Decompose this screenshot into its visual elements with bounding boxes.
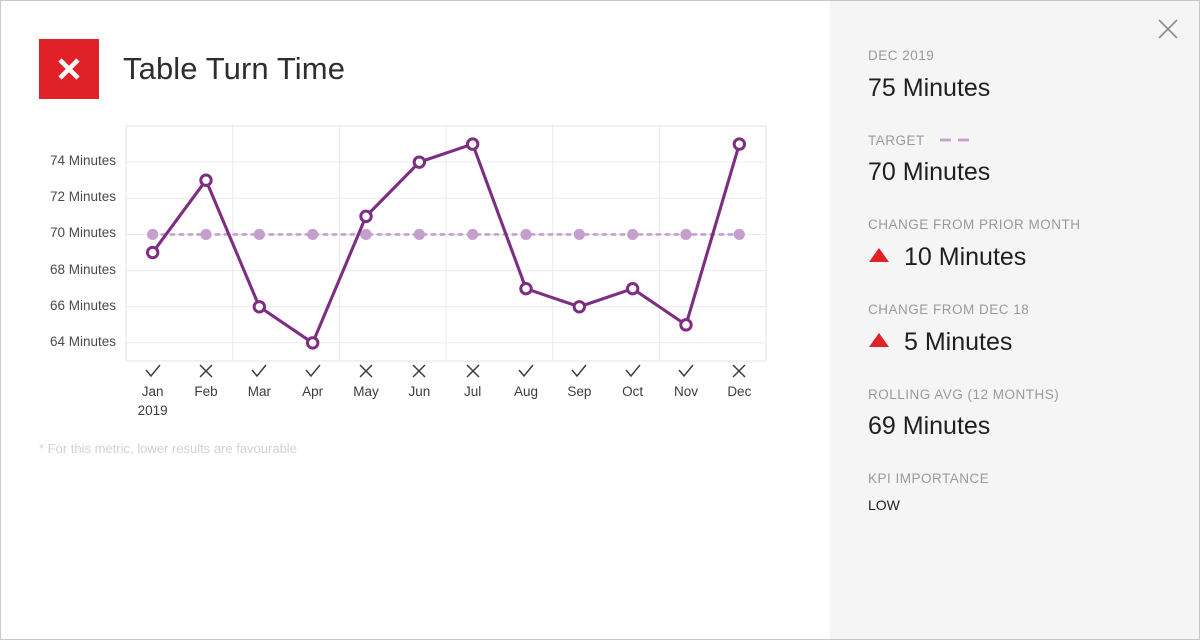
x-axis-month-label: Dec bbox=[727, 384, 752, 399]
stat-label: TARGET bbox=[868, 132, 925, 148]
data-point[interactable] bbox=[199, 173, 213, 187]
stat-value-text: 69 Minutes bbox=[868, 412, 991, 441]
target-legend-swatch bbox=[939, 132, 973, 150]
target-point bbox=[307, 228, 319, 241]
stat-value: 75 Minutes bbox=[868, 67, 1187, 106]
stat-label: DEC 2019 bbox=[868, 48, 935, 63]
stat-label: CHANGE FROM DEC 18 bbox=[868, 301, 1030, 317]
target-point bbox=[573, 228, 585, 241]
chart-footnote: * For this metric, lower results are fav… bbox=[39, 441, 297, 456]
stat-value: 69 Minutes bbox=[868, 406, 1187, 445]
stat-value-text: 10 Minutes bbox=[904, 242, 1027, 271]
stats-side-panel: DEC 2019 75 Minutes TARGET 70 Minutes CHANGE… bbox=[830, 1, 1199, 639]
data-point[interactable] bbox=[625, 281, 640, 296]
stat-label: CHANGE FROM PRIOR MONTH bbox=[868, 217, 1081, 233]
line-chart: 64 Minutes 66 Minutes 68 Minutes 70 Minutes… bbox=[1, 1, 830, 639]
stat-label-row: DEC 2019 bbox=[868, 47, 1187, 65]
stat-value-text: 5 Minutes bbox=[904, 327, 1013, 356]
kpi-detail-window: Table Turn Time 64 Minutes 66 Minutes 68 M… bbox=[0, 0, 1200, 640]
data-point[interactable] bbox=[679, 318, 693, 332]
stat-label: ROLLING AVG (12 MONTHS) bbox=[868, 386, 1060, 402]
target-point bbox=[253, 228, 265, 241]
chart-svg bbox=[125, 125, 767, 362]
target-point bbox=[627, 228, 639, 241]
stat-item: KPI IMPORTANCE LOW bbox=[868, 470, 1187, 518]
stat-label-row: CHANGE FROM PRIOR MONTH bbox=[868, 216, 1187, 234]
stat-item: DEC 2019 75 Minutes bbox=[868, 47, 1187, 107]
stat-item: CHANGE FROM PRIOR MONTH 10 Minutes bbox=[868, 216, 1187, 276]
x-axis-tick: Dec bbox=[704, 361, 774, 401]
stat-value: LOW bbox=[868, 490, 1187, 517]
trend-up-icon bbox=[868, 237, 890, 275]
stats-list: DEC 2019 75 Minutes TARGET 70 Minutes CHANGE… bbox=[868, 47, 1187, 543]
y-axis-tick-label: 74 Minutes bbox=[49, 153, 116, 169]
x-axis-year-label: 2019 bbox=[137, 403, 168, 418]
stat-item: CHANGE FROM DEC 18 5 Minutes bbox=[868, 301, 1187, 361]
trend-up-icon bbox=[868, 322, 890, 360]
stat-value: 70 Minutes bbox=[868, 152, 1187, 191]
data-point[interactable] bbox=[252, 300, 267, 314]
y-axis-tick-label: 64 Minutes bbox=[49, 333, 116, 349]
stat-value-text: 75 Minutes bbox=[868, 73, 991, 102]
data-point[interactable] bbox=[145, 245, 160, 260]
stat-value-text: 70 Minutes bbox=[868, 158, 991, 187]
close-icon bbox=[1157, 18, 1179, 45]
stat-item: ROLLING AVG (12 MONTHS) 69 Minutes bbox=[868, 386, 1187, 446]
target-point bbox=[467, 228, 479, 241]
data-point[interactable] bbox=[359, 209, 373, 224]
y-axis-tick-label: 66 Minutes bbox=[49, 297, 116, 313]
target-point bbox=[413, 228, 425, 241]
data-point[interactable] bbox=[465, 137, 480, 151]
data-point[interactable] bbox=[519, 281, 533, 296]
close-button[interactable] bbox=[1151, 14, 1185, 48]
stat-value: 10 Minutes bbox=[868, 236, 1187, 275]
target-point bbox=[520, 228, 532, 241]
stat-label-row: TARGET bbox=[868, 132, 1187, 150]
data-point[interactable] bbox=[732, 137, 747, 151]
stat-item: TARGET 70 Minutes bbox=[868, 132, 1187, 192]
stat-label-row: CHANGE FROM DEC 18 bbox=[868, 301, 1187, 319]
stat-value: 5 Minutes bbox=[868, 321, 1187, 360]
data-point[interactable] bbox=[305, 336, 320, 350]
target-point bbox=[360, 228, 372, 241]
chart-gridlines bbox=[125, 125, 767, 362]
target-point bbox=[200, 228, 212, 241]
x-mark-icon bbox=[704, 361, 774, 381]
y-axis-tick-label: 68 Minutes bbox=[49, 261, 116, 277]
y-axis-tick-label: 72 Minutes bbox=[49, 189, 116, 205]
target-point bbox=[680, 228, 692, 241]
chart-panel: Table Turn Time 64 Minutes 66 Minutes 68 M… bbox=[1, 1, 830, 639]
x-axis-labels: Jan 2019 Feb Mar Apr May Jun Jul Aug Sep Oct Nov Dec bbox=[126, 361, 766, 431]
data-point[interactable] bbox=[412, 155, 427, 169]
y-axis-tick-label: 70 Minutes bbox=[49, 225, 116, 241]
y-axis-labels: 64 Minutes 66 Minutes 68 Minutes 70 Minutes… bbox=[1, 1, 116, 639]
stat-label-row: KPI IMPORTANCE bbox=[868, 470, 1187, 488]
data-point[interactable] bbox=[572, 300, 587, 314]
target-point bbox=[733, 228, 745, 241]
stat-label: KPI IMPORTANCE bbox=[868, 471, 990, 487]
target-point bbox=[147, 228, 159, 241]
stat-label-row: ROLLING AVG (12 MONTHS) bbox=[868, 386, 1187, 404]
stat-value-text: LOW bbox=[868, 496, 900, 513]
